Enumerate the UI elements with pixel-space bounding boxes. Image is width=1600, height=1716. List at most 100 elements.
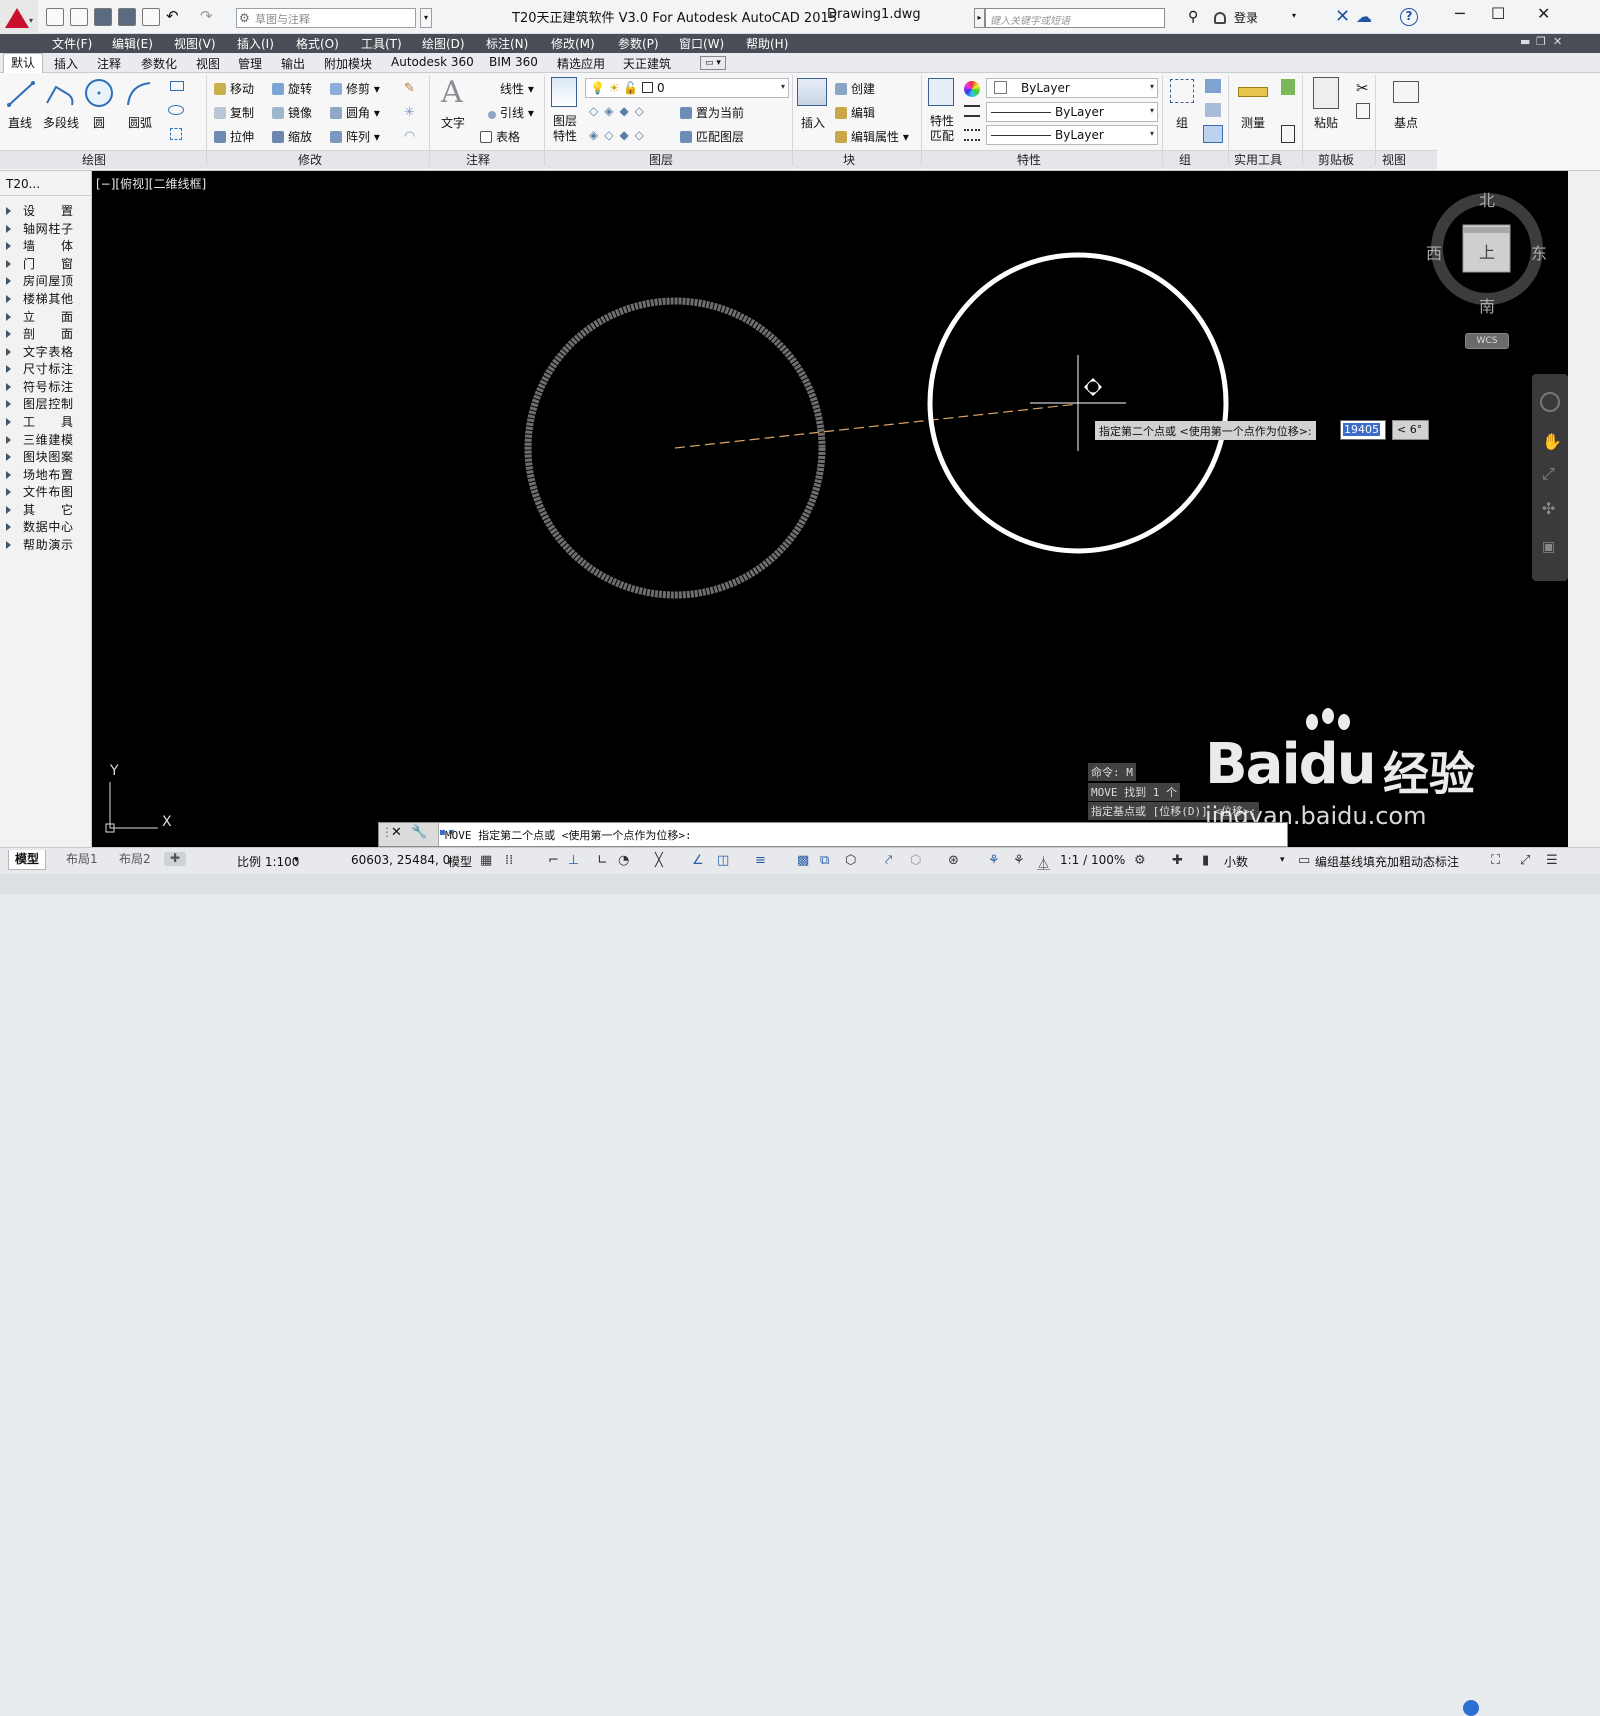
layer-set-current-button[interactable]: 置为当前: [680, 104, 744, 121]
block-create-button[interactable]: 创建: [835, 80, 875, 97]
menu-draw[interactable]: 绘图(D): [422, 35, 465, 52]
save-as-icon[interactable]: [118, 8, 136, 26]
showmotion-icon[interactable]: ▣: [1542, 539, 1555, 555]
modify-stretch-button[interactable]: 拉伸: [214, 128, 254, 145]
erase-icon[interactable]: ✎: [404, 81, 415, 96]
annotation-table-button[interactable]: 表格: [480, 128, 520, 145]
workspace-gear-icon[interactable]: ⚙: [1134, 853, 1146, 868]
group-selection-toggle-icon[interactable]: [1203, 125, 1223, 143]
ribbon-minimize-button[interactable]: ▭ ▾: [700, 56, 726, 70]
isolate-objects-icon[interactable]: ⛶: [1491, 853, 1500, 868]
panel-title-groups[interactable]: 组: [1179, 151, 1191, 169]
menu-format[interactable]: 格式(O): [296, 35, 339, 52]
open-file-icon[interactable]: [70, 8, 88, 26]
transparency-icon[interactable]: ▩: [797, 853, 809, 868]
wcs-menu[interactable]: WCS: [1465, 333, 1509, 349]
modify-scale-button[interactable]: 缩放: [272, 128, 312, 145]
help-icon[interactable]: ?: [1400, 8, 1418, 26]
palette-item-layer-control[interactable]: 图层控制: [6, 395, 86, 412]
tab-addins[interactable]: 附加模块: [324, 55, 372, 72]
menu-view[interactable]: 视图(V): [174, 35, 216, 52]
3d-osnap-icon[interactable]: ⬡: [845, 853, 856, 868]
tab-layout2[interactable]: 布局2: [113, 850, 157, 867]
login-button[interactable]: 登录: [1234, 9, 1258, 26]
tab-bim-360[interactable]: BIM 360: [489, 55, 538, 69]
viewcube-top-face[interactable]: 上: [1479, 239, 1495, 263]
modify-trim-button[interactable]: 修剪 ▾: [330, 80, 380, 97]
ellipse-icon[interactable]: [168, 105, 184, 115]
paste-button[interactable]: 粘贴: [1314, 114, 1338, 131]
ungroup-icon[interactable]: [1205, 103, 1221, 117]
palette-item-text-tables[interactable]: 文字表格: [6, 343, 86, 360]
panel-title-utilities[interactable]: 实用工具: [1234, 151, 1282, 169]
palette-item-dimensions[interactable]: 尺寸标注: [6, 360, 86, 377]
chevron-down-icon[interactable]: ▾: [294, 855, 299, 865]
menu-parametric[interactable]: 参数(P): [618, 35, 659, 52]
palette-item-other[interactable]: 其 它: [6, 501, 86, 518]
rectangle-icon[interactable]: [170, 81, 184, 91]
compass-east[interactable]: 东: [1531, 240, 1547, 264]
isodraft-icon[interactable]: ╳: [655, 853, 663, 868]
menu-dimension[interactable]: 标注(N): [486, 35, 528, 52]
copy-clip-icon[interactable]: [1356, 103, 1370, 119]
navigation-bar[interactable]: ✋ ⤢ ✣ ▣: [1532, 374, 1568, 581]
panel-title-annotation[interactable]: 注释: [466, 151, 490, 169]
compass-south[interactable]: 南: [1479, 293, 1495, 317]
save-icon[interactable]: [94, 8, 112, 26]
units-icon[interactable]: ▮: [1202, 853, 1209, 868]
palette-item-site-layout[interactable]: 场地布置: [6, 466, 86, 483]
palette-item-walls[interactable]: 墙 体: [6, 237, 86, 254]
command-line-handle[interactable]: ⋮ ✕ 🔧: [379, 823, 439, 846]
palette-item-help-demo[interactable]: 帮助演示: [6, 536, 86, 553]
search-input[interactable]: 键入关键字或短语: [985, 8, 1165, 28]
menu-window[interactable]: 窗口(W): [679, 35, 724, 52]
selection-filter-icon[interactable]: ⬡: [910, 853, 921, 868]
lineweight-toggle-icon[interactable]: ≡: [755, 853, 766, 868]
tab-tianzheng[interactable]: 天正建筑: [623, 55, 671, 72]
annotation-scale[interactable]: 比例 1:100: [237, 853, 299, 870]
zoom-extents-icon[interactable]: ⤢: [1542, 464, 1555, 484]
draw-circle-button[interactable]: 圆: [93, 114, 105, 131]
clean-screen-icon[interactable]: ⤢: [1520, 853, 1530, 868]
draw-line-button[interactable]: 直线: [8, 114, 32, 131]
tianzheng-status-toggles[interactable]: 编组基线填充加粗动态标注: [1315, 853, 1459, 870]
workspace-selector[interactable]: 草图与注释: [236, 8, 416, 28]
tab-parametric[interactable]: 参数化: [141, 55, 177, 72]
close-button[interactable]: ✕: [1537, 4, 1550, 23]
layer-properties-button[interactable]: 图层特性: [553, 114, 581, 144]
tab-autodesk-360[interactable]: Autodesk 360: [391, 55, 474, 69]
draw-polyline-button[interactable]: 多段线: [43, 114, 79, 131]
calculator-icon[interactable]: [1281, 125, 1295, 143]
annotation-monitor-icon[interactable]: ✚: [1172, 853, 1183, 868]
menu-help[interactable]: 帮助(H): [746, 35, 788, 52]
panel-title-draw[interactable]: 绘图: [82, 151, 106, 169]
compass-west[interactable]: 西: [1426, 240, 1442, 264]
workspace-dropdown-arrow[interactable]: ▾: [420, 8, 432, 28]
palette-item-rooms-roofs[interactable]: 房间屋顶: [6, 272, 86, 289]
maximize-button[interactable]: ☐: [1491, 4, 1505, 23]
selection-cycling-icon[interactable]: ⧉: [820, 853, 829, 868]
modify-array-button[interactable]: 阵列 ▾: [330, 128, 380, 145]
pan-icon[interactable]: ✋: [1542, 432, 1562, 451]
block-edit-attributes-button[interactable]: 编辑属性 ▾: [835, 128, 909, 145]
menu-modify[interactable]: 修改(M): [551, 35, 595, 52]
match-properties-button[interactable]: 特性匹配: [930, 114, 958, 144]
customization-menu-icon[interactable]: ☰: [1546, 853, 1558, 868]
minimize-button[interactable]: ─: [1455, 4, 1465, 23]
annotation-linear-button[interactable]: 线性 ▾: [500, 80, 534, 97]
menu-file[interactable]: 文件(F): [52, 35, 92, 52]
palette-item-data-center[interactable]: 数据中心: [6, 518, 86, 535]
modify-rotate-button[interactable]: 旋转: [272, 80, 312, 97]
dynamic-input-icon[interactable]: ⊥: [568, 853, 579, 868]
auto-scale-icon[interactable]: ⚘: [1013, 853, 1025, 868]
exchange-apps-icon[interactable]: ✕: [1335, 6, 1350, 27]
command-input[interactable]: MOVE 指定第二个点或 <使用第一个点作为位移>:: [445, 827, 692, 843]
panel-title-modify[interactable]: 修改: [298, 151, 322, 169]
block-insert-button[interactable]: 插入: [801, 114, 825, 131]
palette-item-3d-modeling[interactable]: 三维建模: [6, 431, 86, 448]
binoculars-icon[interactable]: ⚲: [1188, 9, 1198, 25]
a360-icon[interactable]: ☁: [1356, 7, 1372, 26]
ortho-icon[interactable]: ∟: [597, 853, 608, 868]
cut-icon[interactable]: ✂: [1356, 79, 1369, 97]
linetype-combo[interactable]: ByLayer ▾: [986, 102, 1158, 122]
